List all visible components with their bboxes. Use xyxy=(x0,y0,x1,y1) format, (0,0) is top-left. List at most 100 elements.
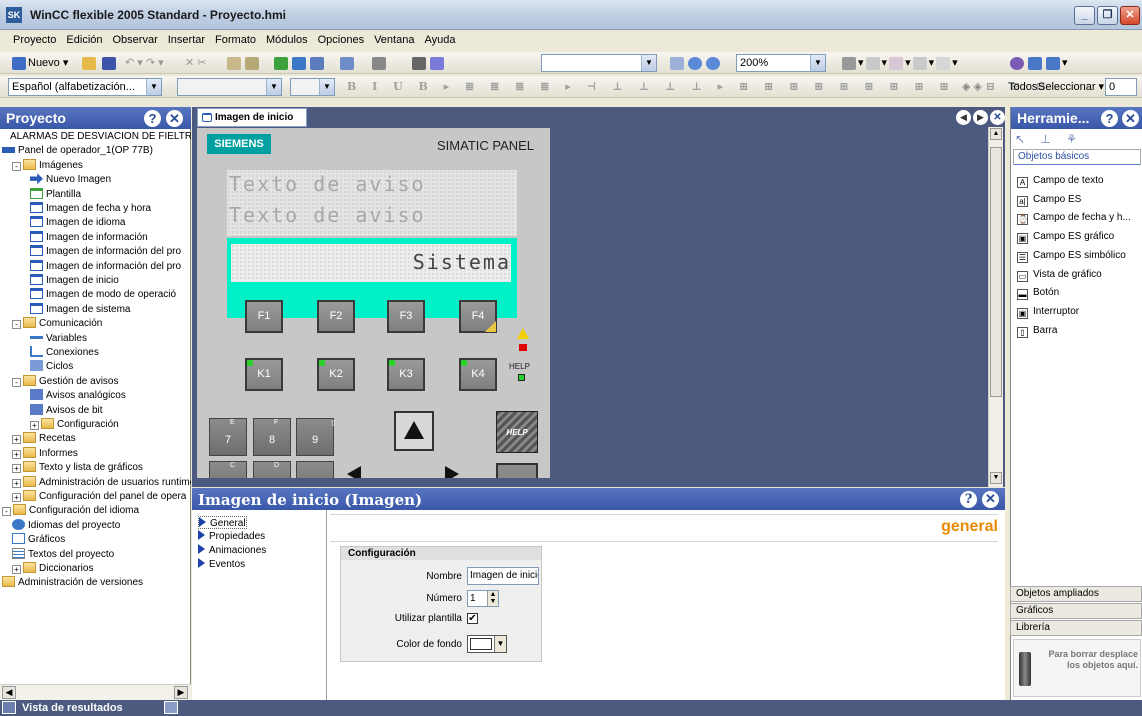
tree-item[interactable]: Imagen de inicio xyxy=(30,274,119,287)
tool-item[interactable]: a| Campo ES xyxy=(1017,193,1081,207)
arrow-right-icon[interactable] xyxy=(445,466,459,478)
tree-item[interactable]: Plantilla xyxy=(30,187,81,201)
open-button[interactable] xyxy=(80,55,98,71)
close-button[interactable]: ✕ xyxy=(1120,6,1140,25)
output-label[interactable]: Vista de resultados xyxy=(22,702,123,714)
template-checkbox[interactable]: ✔ xyxy=(467,612,478,624)
next-tab-icon[interactable]: ▶ xyxy=(973,110,988,125)
copy-button[interactable] xyxy=(225,55,261,71)
help-icon[interactable]: ? xyxy=(960,491,977,508)
close-editor-icon[interactable]: ✕ xyxy=(990,110,1005,125)
tool-item[interactable]: ⌚ Campo de fecha y h... xyxy=(1017,211,1131,226)
menu-ventana[interactable]: Ventana xyxy=(369,31,419,49)
menu-ayuda[interactable]: Ayuda xyxy=(419,31,460,49)
nav-general[interactable]: General xyxy=(198,516,247,529)
tree-item[interactable]: - Gestión de avisos xyxy=(12,374,119,388)
undo-button[interactable]: ↶ ▾ ↷ ▾ xyxy=(125,55,164,71)
expand-icon[interactable]: - xyxy=(12,320,21,330)
enter-key[interactable] xyxy=(496,463,538,478)
language-combo[interactable]: Español (alfabetización... ▼ xyxy=(8,78,162,96)
tree-item[interactable]: Imagen de información del pro xyxy=(30,259,181,273)
close-icon[interactable]: ✕ xyxy=(1122,110,1139,127)
tree-item[interactable]: Textos del proyecto xyxy=(12,547,114,561)
close-icon[interactable]: ✕ xyxy=(982,491,999,508)
scroll-right-icon[interactable]: ▶ xyxy=(174,686,188,699)
trash-area[interactable]: Para borrar desplace los objetos aquí. xyxy=(1013,639,1141,697)
menu-formato[interactable]: Formato xyxy=(210,31,261,49)
help-icon[interactable]: ? xyxy=(144,110,161,127)
menu-insertar[interactable]: Insertar xyxy=(163,31,210,49)
tree-item[interactable]: Avisos analógicos xyxy=(30,389,126,402)
delete-button[interactable]: ✕ ✂ xyxy=(185,55,207,71)
prev-tab-icon[interactable]: ◀ xyxy=(956,110,971,125)
font-combo[interactable]: ▼ xyxy=(177,78,282,96)
menu-edicion[interactable]: Edición xyxy=(61,31,107,49)
nav-animaciones[interactable]: Animaciones xyxy=(198,544,266,557)
tree-item[interactable]: Nuevo Imagen xyxy=(30,173,111,186)
text-format-tools[interactable]: B I U B ▸ ≣ ≣ ≣ ≣ ▸ ⊣ ⊥ ⊥ ⊥ ⊥ ▸ ⊞ ⊞ ⊞ ⊞ … xyxy=(347,79,1051,95)
group-tools[interactable]: ◈ ◈ xyxy=(962,79,982,95)
tree-item[interactable]: Idiomas del proyecto xyxy=(12,518,120,532)
expand-icon[interactable]: - xyxy=(12,377,21,387)
key-8[interactable]: 8 xyxy=(253,418,291,456)
alarm-text-2[interactable]: Texto de aviso xyxy=(229,203,426,227)
expand-icon[interactable]: + xyxy=(12,435,21,445)
tree-item[interactable]: ALARMAS DE DESVIACION DE FIELTR xyxy=(10,130,191,143)
section-objetos-ampliados[interactable]: Objetos ampliados xyxy=(1010,586,1142,602)
font-size-combo[interactable]: ▼ xyxy=(290,78,335,96)
expand-icon[interactable]: + xyxy=(12,478,21,488)
tree-item[interactable]: Imagen de modo de operació xyxy=(30,288,176,301)
tree-item[interactable]: + Texto y lista de gráficos xyxy=(12,461,143,474)
help-key[interactable]: HELP xyxy=(496,411,538,453)
todos-label[interactable]: Todos xyxy=(1008,79,1037,95)
download-button[interactable] xyxy=(338,55,356,71)
scroll-thumb[interactable] xyxy=(990,147,1002,397)
tree-item[interactable]: Imagen de idioma xyxy=(30,216,126,229)
tree-item[interactable]: + Administración de usuarios runtime xyxy=(12,475,191,489)
f2-key[interactable]: F2 xyxy=(317,300,355,333)
number-field[interactable]: 1 ▲ ▼ xyxy=(467,590,499,607)
tree-item[interactable]: Gráficos xyxy=(12,533,65,546)
close-icon[interactable]: ✕ xyxy=(166,110,183,127)
minimize-button[interactable]: _ xyxy=(1074,6,1095,25)
key-5[interactable] xyxy=(253,461,291,478)
section-libreria[interactable]: Librería xyxy=(1010,620,1142,636)
system-field[interactable]: Sistema xyxy=(227,238,517,288)
search-combo[interactable]: ▼ xyxy=(541,54,657,72)
number-spinner[interactable]: 0 xyxy=(1105,78,1137,96)
alarm-text-1[interactable]: Texto de aviso xyxy=(229,172,426,196)
scroll-up-icon[interactable]: ▲ xyxy=(990,128,1002,140)
tool-item[interactable]: ▯ Barra xyxy=(1017,324,1057,338)
tool-item[interactable]: ▣ Campo ES gráfico xyxy=(1017,230,1114,245)
f1-key[interactable]: F1 xyxy=(245,300,283,333)
tree-item[interactable]: Ciclos xyxy=(30,360,73,373)
name-field[interactable]: Imagen de inicio xyxy=(467,567,539,585)
new-button[interactable]: Nuevo ▾ xyxy=(10,55,68,71)
tree-item[interactable]: + Configuración del panel de opera xyxy=(12,490,186,503)
help-icon[interactable]: ? xyxy=(1101,110,1118,127)
tool-item[interactable]: ☰ Campo ES simbólico xyxy=(1017,249,1126,263)
nav-eventos[interactable]: Eventos xyxy=(198,558,245,571)
menu-opciones[interactable]: Opciones xyxy=(313,31,369,49)
tree-item[interactable]: Variables xyxy=(30,331,87,345)
nav-propiedades[interactable]: Propiedades xyxy=(198,530,265,543)
tab-imagen-de-inicio[interactable]: Imagen de inicio xyxy=(197,108,307,127)
spinner-icon[interactable]: ▲ ▼ xyxy=(487,591,498,606)
tree-item[interactable]: Imagen de sistema xyxy=(30,302,131,316)
search-button[interactable] xyxy=(410,55,446,71)
compile-button[interactable] xyxy=(272,55,326,71)
tool-select-icons[interactable]: ↖ ⊥ ⚘ xyxy=(1015,132,1083,146)
format-tools[interactable]: ▾ ▾ ▾ ▾ ▾ xyxy=(840,55,958,71)
key-4[interactable] xyxy=(209,461,247,478)
menu-observar[interactable]: Observar xyxy=(108,31,163,49)
expand-icon[interactable]: - xyxy=(12,161,21,171)
key-7[interactable]: 7 xyxy=(209,418,247,456)
zoom-tools[interactable] xyxy=(668,55,722,71)
tree-item[interactable]: + Recetas xyxy=(12,432,76,445)
tab-objetos-basicos[interactable]: Objetos básicos xyxy=(1013,149,1141,165)
expand-icon[interactable]: + xyxy=(12,449,21,459)
tree-item[interactable]: Imagen de información del pro xyxy=(30,245,181,258)
tree-item[interactable]: Conexiones xyxy=(30,346,99,359)
pin-icon[interactable] xyxy=(164,701,178,714)
restore-button[interactable]: ❐ xyxy=(1097,6,1118,25)
